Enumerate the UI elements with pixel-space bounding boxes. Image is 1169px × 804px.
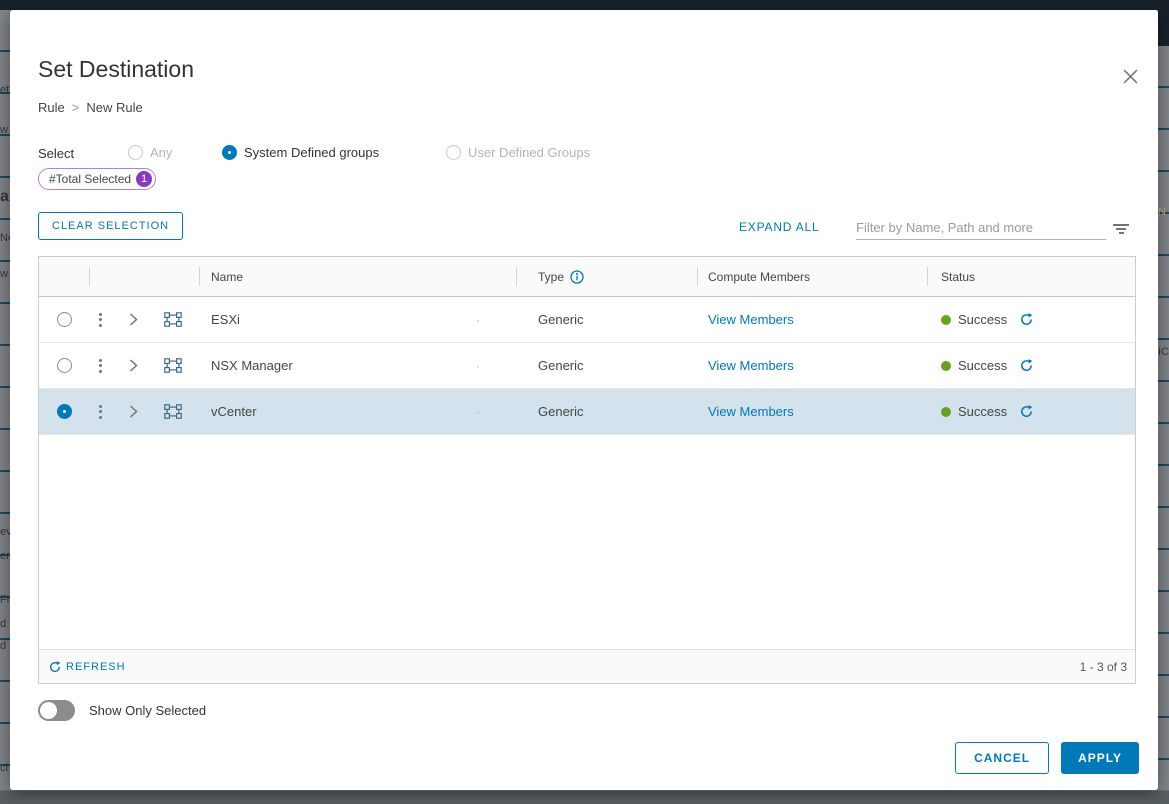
- group-icon: [164, 404, 182, 419]
- dimmed-top-bar: [0, 0, 1169, 10]
- screen: etwalNewevenFiddclrc NIC Set Destination…: [0, 0, 1169, 804]
- row-type: Generic: [538, 404, 584, 419]
- radio-option-any: Any: [128, 145, 172, 160]
- cancel-button[interactable]: CANCEL: [955, 742, 1049, 774]
- radio-option-user-defined-groups: User Defined Groups: [446, 145, 590, 160]
- header-status[interactable]: Status: [927, 257, 1135, 296]
- group-icon: [164, 312, 182, 327]
- success-dot-icon: [941, 315, 951, 325]
- dimmed-top-bar-right: [1158, 0, 1169, 46]
- header-compute-members[interactable]: Compute Members: [697, 257, 927, 296]
- row-status: Success: [958, 358, 1007, 373]
- success-dot-icon: [941, 407, 951, 417]
- header-tools-column: [89, 257, 199, 296]
- radio-label: Any: [150, 145, 172, 160]
- set-destination-modal: Set Destination Rule > New Rule Select Any…: [10, 10, 1158, 790]
- modal-actions: CANCEL APPLY: [955, 742, 1139, 774]
- header-name[interactable]: Name: [199, 257, 516, 296]
- row-radio[interactable]: [57, 358, 72, 373]
- group-icon: [164, 358, 182, 373]
- success-dot-icon: [941, 361, 951, 371]
- close-icon[interactable]: [1120, 66, 1140, 86]
- chevron-right-icon[interactable]: [129, 359, 138, 372]
- row-menu-icon[interactable]: [99, 313, 103, 327]
- breadcrumb-new-rule: New Rule: [86, 100, 142, 115]
- view-members-link[interactable]: View Members: [708, 358, 794, 373]
- expand-all-link[interactable]: EXPAND ALL: [739, 220, 819, 234]
- row-menu-icon[interactable]: [99, 359, 103, 373]
- row-radio[interactable]: [57, 404, 72, 419]
- chevron-right-icon[interactable]: [129, 405, 138, 418]
- header-type[interactable]: Type: [516, 257, 697, 296]
- name-trailing-dot: ·: [476, 359, 480, 373]
- row-status: Success: [958, 404, 1007, 419]
- total-selected-chip[interactable]: #Total Selected 1: [38, 168, 156, 190]
- table-header: Name Type Compute Members Status: [39, 257, 1135, 297]
- table-body: ESXi · Generic View Members Success: [39, 297, 1135, 649]
- radio-icon: [446, 145, 461, 160]
- info-icon[interactable]: [570, 270, 584, 284]
- groups-table: Name Type Compute Members Status: [38, 256, 1136, 684]
- row-type: Generic: [538, 358, 584, 373]
- table-footer: REFRESH 1 - 3 of 3: [39, 649, 1135, 683]
- filter-icon[interactable]: [1112, 224, 1130, 236]
- row-status: Success: [958, 312, 1007, 327]
- chip-label: #Total Selected: [49, 172, 131, 186]
- chip-count-badge: 1: [136, 171, 152, 187]
- clear-selection-button[interactable]: CLEAR SELECTION: [38, 212, 183, 240]
- radio-icon: [128, 145, 143, 160]
- row-name: NSX Manager: [211, 358, 293, 373]
- row-refresh-icon[interactable]: [1020, 313, 1033, 326]
- refresh-label: REFRESH: [66, 661, 126, 673]
- refresh-button[interactable]: REFRESH: [49, 661, 126, 673]
- show-only-selected-toggle[interactable]: [38, 700, 75, 721]
- table-row[interactable]: vCenter · Generic View Members Success: [39, 389, 1135, 435]
- show-only-selected-label: Show Only Selected: [89, 703, 206, 718]
- apply-button[interactable]: APPLY: [1061, 742, 1139, 774]
- row-name: vCenter: [211, 404, 257, 419]
- dimmed-background-left: etwalNewevenFiddclrc: [0, 10, 10, 804]
- row-radio[interactable]: [57, 312, 72, 327]
- radio-label: System Defined groups: [244, 145, 379, 160]
- table-row[interactable]: ESXi · Generic View Members Success: [39, 297, 1135, 343]
- breadcrumb-rule[interactable]: Rule: [38, 100, 65, 115]
- view-members-link[interactable]: View Members: [708, 404, 794, 419]
- radio-option-system-defined-groups[interactable]: System Defined groups: [222, 145, 379, 160]
- select-label: Select: [38, 146, 74, 161]
- modal-title: Set Destination: [38, 56, 194, 83]
- breadcrumb: Rule > New Rule: [38, 100, 143, 115]
- chevron-right-icon[interactable]: [129, 313, 138, 326]
- pagination-text: 1 - 3 of 3: [1080, 660, 1127, 674]
- row-refresh-icon[interactable]: [1020, 359, 1033, 372]
- radio-icon[interactable]: [222, 145, 237, 160]
- row-type: Generic: [538, 312, 584, 327]
- filter-input[interactable]: [856, 216, 1106, 240]
- row-menu-icon[interactable]: [99, 405, 103, 419]
- breadcrumb-separator: >: [72, 100, 80, 115]
- name-trailing-dot: ·: [476, 313, 480, 327]
- view-members-link[interactable]: View Members: [708, 312, 794, 327]
- table-row[interactable]: NSX Manager · Generic View Members Succes…: [39, 343, 1135, 389]
- dimmed-background-right: NIC: [1158, 46, 1169, 804]
- radio-label: User Defined Groups: [468, 145, 590, 160]
- row-name: ESXi: [211, 312, 240, 327]
- name-trailing-dot: ·: [476, 405, 480, 419]
- dimmed-bottom-bar: [0, 790, 1169, 804]
- refresh-icon: [49, 661, 61, 673]
- row-refresh-icon[interactable]: [1020, 405, 1033, 418]
- show-only-selected-row: Show Only Selected: [38, 700, 206, 721]
- header-select-column: [39, 257, 89, 296]
